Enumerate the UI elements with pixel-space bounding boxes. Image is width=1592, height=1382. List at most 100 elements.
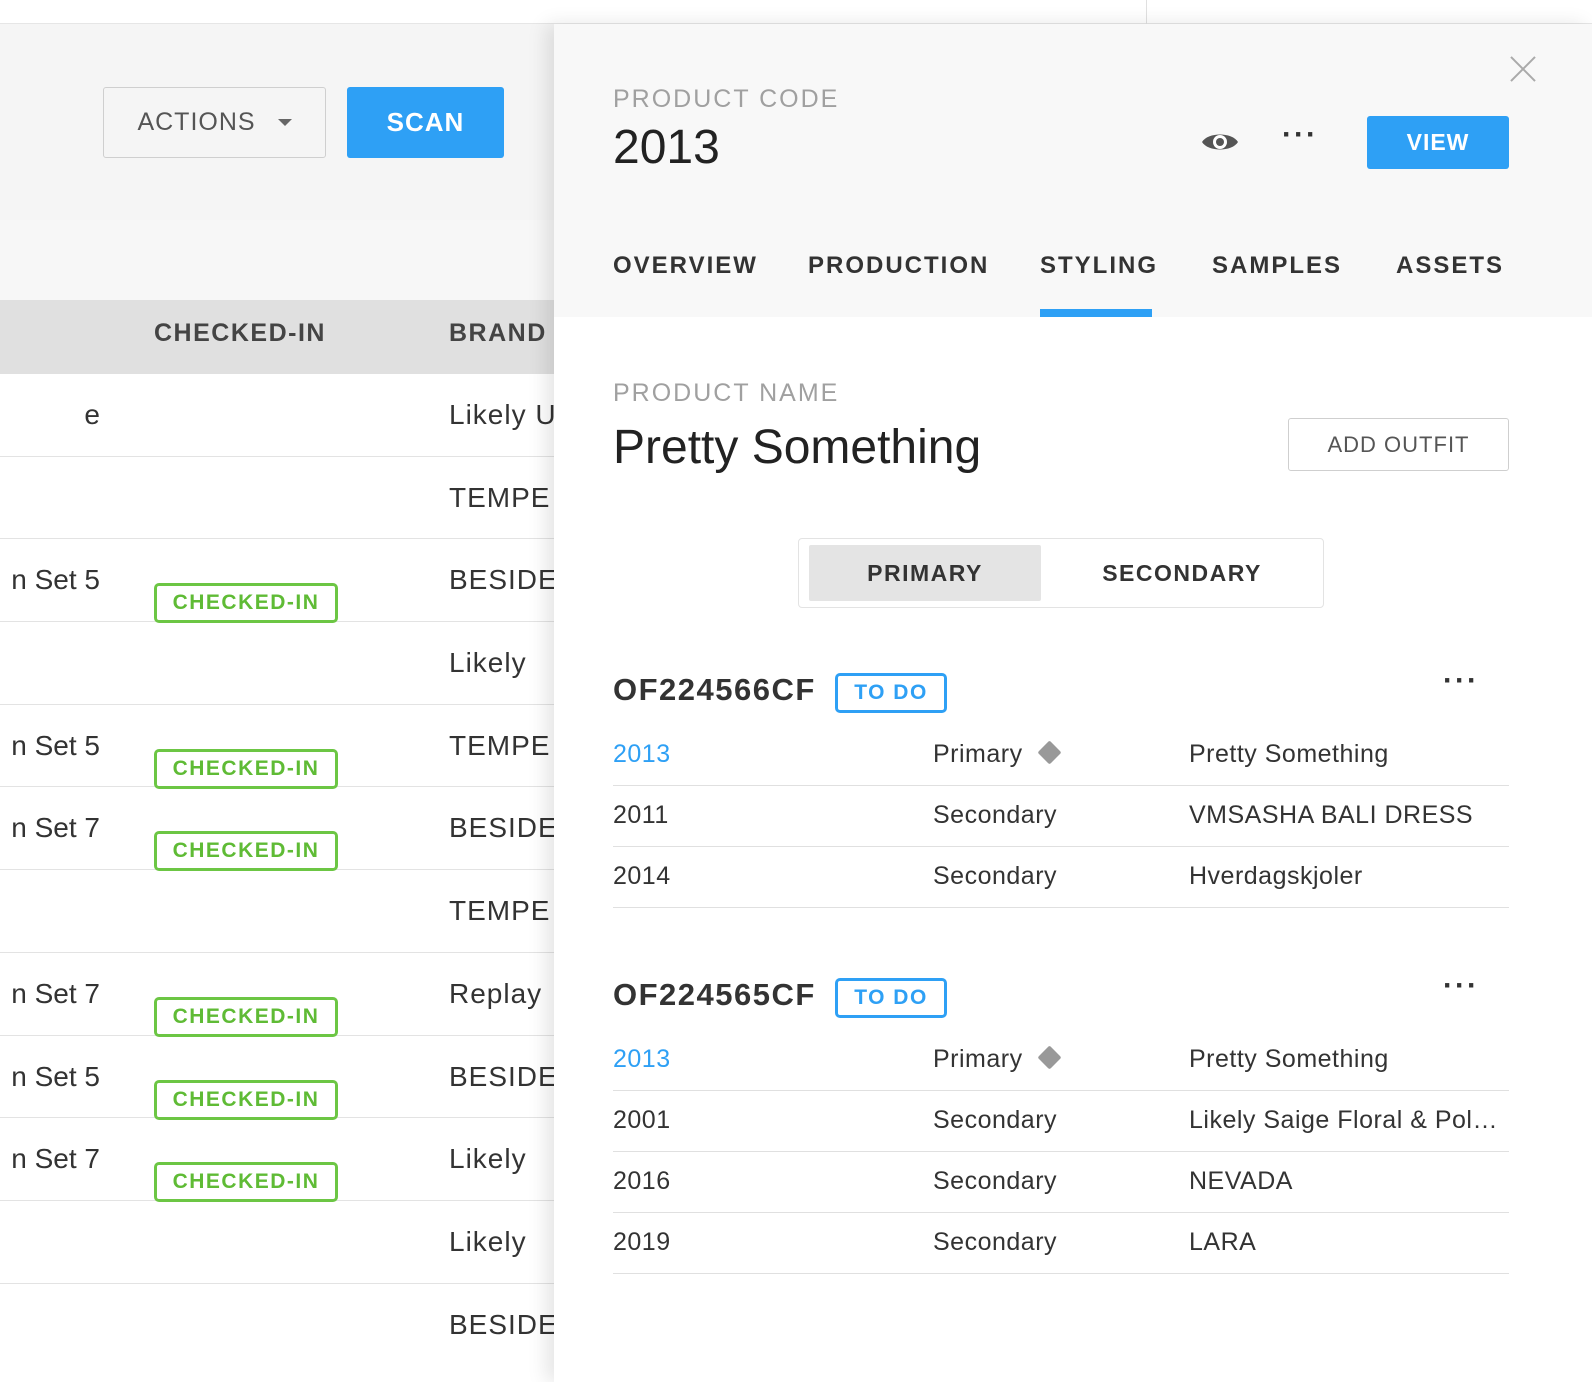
item-type-label: Primary xyxy=(933,1045,1023,1073)
cell-brand: BESIDE xyxy=(449,1060,558,1092)
table-header: CHECKED-IN BRAND xyxy=(0,300,562,374)
cell-brand: TEMPE xyxy=(449,481,551,513)
product-code: 2011 xyxy=(613,801,669,829)
checked-in-badge: CHECKED-IN xyxy=(154,996,338,1037)
column-header-checked-in[interactable]: CHECKED-IN xyxy=(154,300,326,374)
outfit-more-icon[interactable]: ··· xyxy=(1443,664,1479,698)
product-drawer: PRODUCT CODE 2013 ··· VIEW OVERVIEW PROD… xyxy=(554,24,1592,1382)
item-type: Secondary xyxy=(933,862,1058,890)
table-row[interactable]: e Likely U xyxy=(0,374,562,457)
top-bar-divider xyxy=(1146,0,1147,24)
status-badge: TO DO xyxy=(835,673,947,713)
table-row[interactable]: Likely xyxy=(0,622,562,705)
actions-dropdown-button[interactable]: ACTIONS xyxy=(103,87,326,158)
item-name: Hverdagskjoler xyxy=(1189,862,1363,890)
outfit-item-row[interactable]: 2014 Secondary Hverdagskjoler xyxy=(613,847,1509,908)
table-row[interactable]: BESIDE xyxy=(0,1284,562,1367)
checked-in-badge: CHECKED-IN xyxy=(154,1162,338,1203)
cell-brand: Likely xyxy=(449,1225,527,1257)
diamond-icon xyxy=(1037,1045,1062,1070)
tab-production[interactable]: PRODUCTION xyxy=(808,252,989,280)
segment-secondary[interactable]: SECONDARY xyxy=(1057,545,1307,601)
drawer-header: PRODUCT CODE 2013 ··· VIEW OVERVIEW PROD… xyxy=(554,24,1592,317)
item-name: NEVADA xyxy=(1189,1167,1293,1195)
outfit-code: OF224565CF xyxy=(613,977,816,1012)
item-type: Secondary xyxy=(933,1228,1058,1256)
product-code: 2001 xyxy=(613,1106,671,1134)
table-row[interactable]: TEMPE xyxy=(0,457,562,540)
cell-brand: Replay xyxy=(449,977,543,1009)
table-row[interactable]: n Set 5 CHECKED-IN TEMPE xyxy=(0,705,562,789)
cell-brand: Likely xyxy=(449,1143,527,1175)
tab-assets[interactable]: ASSETS xyxy=(1396,252,1504,280)
cell-brand: BESIDE xyxy=(449,564,558,596)
view-button[interactable]: VIEW xyxy=(1367,116,1509,169)
product-code-link[interactable]: 2013 xyxy=(613,725,873,786)
list-filter-bar xyxy=(0,220,562,300)
top-bar xyxy=(0,0,1592,24)
item-name: LARA xyxy=(1189,1228,1257,1256)
table-row[interactable]: Likely xyxy=(0,1201,562,1284)
tab-overview[interactable]: OVERVIEW xyxy=(613,252,758,280)
cell-name: e xyxy=(84,399,100,430)
product-code-link[interactable]: 2013 xyxy=(613,1030,873,1091)
outfit-item-row[interactable]: 2013 Primary Pretty Something xyxy=(613,1030,1509,1091)
active-tab-indicator xyxy=(1040,309,1152,317)
tab-samples[interactable]: SAMPLES xyxy=(1212,252,1342,280)
cell-brand: TEMPE xyxy=(449,895,551,927)
outfit-code: OF224566CF xyxy=(613,672,816,707)
table-row[interactable]: TEMPE xyxy=(0,870,562,953)
product-code-label: PRODUCT CODE xyxy=(613,85,840,113)
outfit-item-row[interactable]: 2019 Secondary LARA xyxy=(613,1213,1509,1274)
cell-name: n Set 5 xyxy=(11,729,100,761)
list-toolbar: ACTIONS SCAN xyxy=(0,24,562,220)
item-type: Secondary xyxy=(933,1106,1058,1134)
cell-name: n Set 7 xyxy=(11,977,100,1009)
item-name: Pretty Something xyxy=(1189,740,1389,768)
outfit-more-icon[interactable]: ··· xyxy=(1443,969,1479,1003)
item-type: Primary xyxy=(933,1030,1163,1091)
checked-in-badge: CHECKED-IN xyxy=(154,748,338,789)
cell-brand: TEMPE xyxy=(449,729,551,761)
item-type: Primary xyxy=(933,725,1163,786)
product-name-label: PRODUCT NAME xyxy=(613,379,840,407)
table-row[interactable]: n Set 7 CHECKED-IN Replay xyxy=(0,953,562,1037)
table-row[interactable]: n Set 5 CHECKED-IN BESIDE xyxy=(0,1036,562,1120)
checked-in-badge: CHECKED-IN xyxy=(154,1079,338,1120)
cell-name: n Set 5 xyxy=(11,564,100,596)
diamond-icon xyxy=(1037,740,1062,765)
product-code-value: 2013 xyxy=(613,121,720,174)
status-badge: TO DO xyxy=(835,978,947,1018)
item-type-label: Primary xyxy=(933,740,1023,768)
outfit-item-row[interactable]: 2013 Primary Pretty Something xyxy=(613,725,1509,786)
cell-name: n Set 7 xyxy=(11,812,100,844)
item-name: Likely Saige Floral & Polk… xyxy=(1189,1106,1507,1134)
more-options-icon[interactable]: ··· xyxy=(1282,118,1318,152)
checked-in-badge: CHECKED-IN xyxy=(154,583,338,624)
item-name: Pretty Something xyxy=(1189,1045,1389,1073)
segment-primary[interactable]: PRIMARY xyxy=(809,545,1041,601)
primary-secondary-toggle: PRIMARY SECONDARY xyxy=(798,538,1324,608)
add-outfit-button[interactable]: ADD OUTFIT xyxy=(1288,418,1509,471)
item-type: Secondary xyxy=(933,801,1058,829)
cell-brand: BESIDE xyxy=(449,812,558,844)
product-code: 2014 xyxy=(613,862,671,890)
product-code: 2019 xyxy=(613,1228,671,1256)
outfit-item-row[interactable]: 2011 Secondary VMSASHA BALI DRESS xyxy=(613,786,1509,847)
table-row[interactable]: n Set 7 CHECKED-IN BESIDE xyxy=(0,787,562,872)
outfit-item-row[interactable]: 2016 Secondary NEVADA xyxy=(613,1152,1509,1213)
table-body: e Likely U TEMPE n Set 5 CHECKED-IN BESI… xyxy=(0,374,562,1366)
product-name-value: Pretty Something xyxy=(613,421,982,474)
scan-button[interactable]: SCAN xyxy=(347,87,504,158)
table-row[interactable]: n Set 5 CHECKED-IN BESIDE xyxy=(0,539,562,624)
column-header-brand[interactable]: BRAND xyxy=(449,300,547,374)
item-name: VMSASHA BALI DRESS xyxy=(1189,801,1474,829)
cell-name: n Set 7 xyxy=(11,1143,100,1175)
cell-brand: BESIDE xyxy=(449,1308,558,1340)
outfit-item-row[interactable]: 2001 Secondary Likely Saige Floral & Pol… xyxy=(613,1091,1509,1152)
table-row[interactable]: n Set 7 CHECKED-IN Likely xyxy=(0,1118,562,1203)
close-icon[interactable] xyxy=(1508,54,1538,84)
eye-icon[interactable] xyxy=(1200,128,1240,161)
tab-styling[interactable]: STYLING xyxy=(1040,252,1158,280)
cell-name: n Set 5 xyxy=(11,1060,100,1092)
